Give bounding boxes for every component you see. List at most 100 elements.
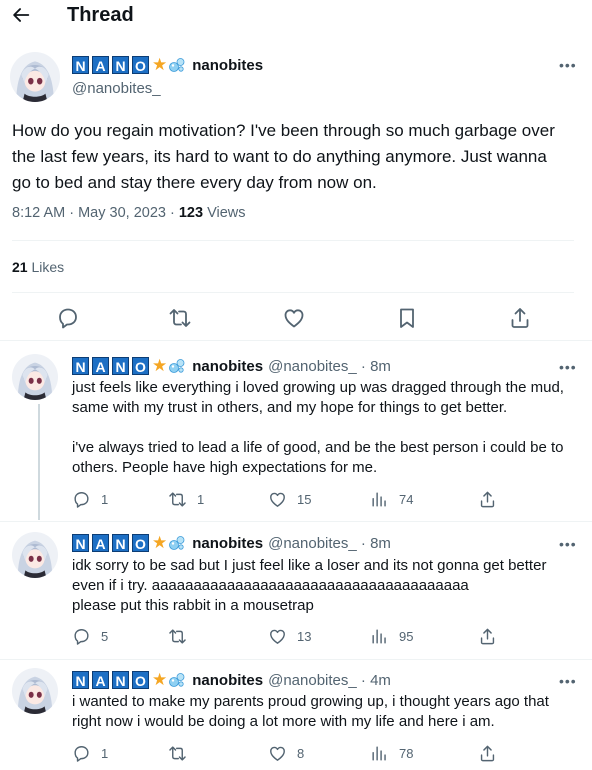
divider	[12, 240, 574, 241]
reply-text-line: same with my trust in others, and my hop…	[72, 399, 508, 416]
avatar[interactable]	[10, 52, 60, 102]
author-handle[interactable]: @nanobites_	[72, 80, 161, 97]
star-icon: ★	[152, 356, 168, 375]
divider	[0, 521, 592, 522]
tweet-action-bar	[0, 302, 592, 332]
reply-text-line: please put this rabbit in a mousetrap	[72, 597, 314, 614]
heart-icon	[268, 744, 287, 763]
tweet-meta: 8:12 AM · May 30, 2023 · 123 Views	[12, 205, 246, 221]
more-horizontal-icon[interactable]: •••	[559, 359, 577, 375]
reply-icon[interactable]	[56, 306, 80, 330]
heart-icon[interactable]	[282, 306, 306, 330]
views-count: 95	[399, 629, 414, 644]
name-letter-box: N	[72, 357, 89, 375]
time-separator: ·	[356, 671, 371, 689]
like-button[interactable]: 8	[268, 744, 304, 763]
main-author-name-row[interactable]: N A N O ★ nanobites	[72, 55, 268, 75]
reply-time[interactable]: 4m	[370, 672, 391, 689]
reply-text-line: just feels like everything i loved growi…	[72, 379, 564, 396]
star-icon: ★	[152, 533, 168, 552]
reply-action-bar: 5 13 95	[72, 627, 572, 647]
share-button[interactable]	[478, 490, 507, 509]
name-letter-box: O	[132, 56, 149, 74]
views-button[interactable]: 78	[370, 744, 413, 763]
retweet-button[interactable]: 1	[168, 490, 204, 509]
reply-time[interactable]: 8m	[370, 535, 391, 552]
more-horizontal-icon[interactable]: •••	[559, 57, 577, 73]
page-title: Thread	[67, 4, 134, 26]
name-letter-box: A	[92, 357, 109, 375]
retweet-count: 1	[197, 492, 205, 507]
tweet-text-line: the last few years, its hard to want to …	[12, 147, 547, 166]
author-handle: @nanobites_	[268, 357, 357, 375]
bubbles-icon	[168, 671, 186, 689]
views-button[interactable]: 95	[370, 627, 413, 646]
more-horizontal-icon[interactable]: •••	[559, 536, 577, 552]
reply-text: i wanted to make my parents proud growin…	[72, 692, 584, 732]
display-name: nanobites	[192, 534, 264, 552]
like-count: 13	[297, 629, 312, 644]
views-button[interactable]: 74	[370, 490, 413, 509]
reply-text-line: even if i try. aaaaaaaaaaaaaaaaaaaaaaaaa…	[72, 577, 469, 594]
reply-button[interactable]: 5	[72, 627, 108, 646]
name-letter-box: N	[72, 534, 89, 552]
reply-text-line	[72, 418, 584, 438]
reply-count: 5	[101, 629, 109, 644]
retweet-icon	[168, 744, 187, 763]
retweet-icon	[168, 490, 187, 509]
like-count: 15	[297, 492, 312, 507]
name-letter-box: N	[72, 671, 89, 689]
likes-summary[interactable]: 21 Likes	[12, 259, 64, 275]
name-letter-box: A	[92, 534, 109, 552]
views-icon	[370, 744, 389, 763]
likes-label: Likes	[31, 259, 65, 275]
views-separator: ·	[169, 205, 179, 221]
like-button[interactable]: 13	[268, 627, 311, 646]
reply-text-line: i've always tried to lead a life of good…	[72, 439, 564, 456]
tweet-text-line: How do you regain motivation? I've been …	[12, 121, 555, 140]
avatar[interactable]	[12, 668, 58, 714]
thread-header: Thread	[0, 0, 592, 32]
retweet-icon	[168, 627, 187, 646]
name-letter-box: A	[92, 56, 109, 74]
display-name: nanobites	[192, 357, 264, 375]
author-handle: @nanobites_	[268, 534, 357, 552]
share-button[interactable]	[478, 744, 507, 763]
thread-connector	[38, 404, 40, 520]
heart-icon	[268, 627, 287, 646]
views-icon	[370, 627, 389, 646]
back-button[interactable]	[10, 4, 34, 26]
divider	[0, 340, 592, 341]
bubbles-icon	[168, 357, 186, 375]
arrow-left-icon	[13, 8, 30, 22]
retweet-button[interactable]	[168, 744, 197, 763]
reply-text: idk sorry to be sad but I just feel like…	[72, 556, 584, 616]
retweet-icon[interactable]	[168, 306, 192, 330]
views-count: 78	[399, 746, 414, 761]
reply-author-row[interactable]: N A N O ★ nanobites @nanobites_ · 8m	[72, 533, 391, 553]
share-button[interactable]	[478, 627, 507, 646]
star-icon: ★	[152, 670, 168, 689]
reply-button[interactable]: 1	[72, 490, 108, 509]
avatar[interactable]	[12, 354, 58, 400]
share-icon[interactable]	[508, 306, 532, 330]
name-letter-box: O	[132, 671, 149, 689]
like-button[interactable]: 15	[268, 490, 311, 509]
name-letter-box: O	[132, 534, 149, 552]
reply-author-row[interactable]: N A N O ★ nanobites @nanobites_ · 8m	[72, 356, 391, 376]
more-horizontal-icon[interactable]: •••	[559, 673, 577, 689]
tweet-timestamp[interactable]: 8:12 AM · May 30, 2023	[12, 205, 166, 221]
likes-count: 21	[12, 259, 28, 275]
bookmark-icon[interactable]	[395, 306, 419, 330]
reply-button[interactable]: 1	[72, 744, 108, 763]
views-count: 74	[399, 492, 414, 507]
tweet-text-line: go to bed and stay there every day from …	[12, 173, 377, 192]
avatar[interactable]	[12, 532, 58, 578]
tweet-text: How do you regain motivation? I've been …	[12, 118, 582, 196]
reply-time[interactable]: 8m	[370, 358, 391, 375]
retweet-button[interactable]	[168, 627, 197, 646]
reply-action-bar: 1 8 78	[72, 744, 572, 764]
share-icon	[478, 490, 497, 509]
reply-author-row[interactable]: N A N O ★ nanobites @nanobites_ · 4m	[72, 670, 391, 690]
divider	[0, 659, 592, 660]
